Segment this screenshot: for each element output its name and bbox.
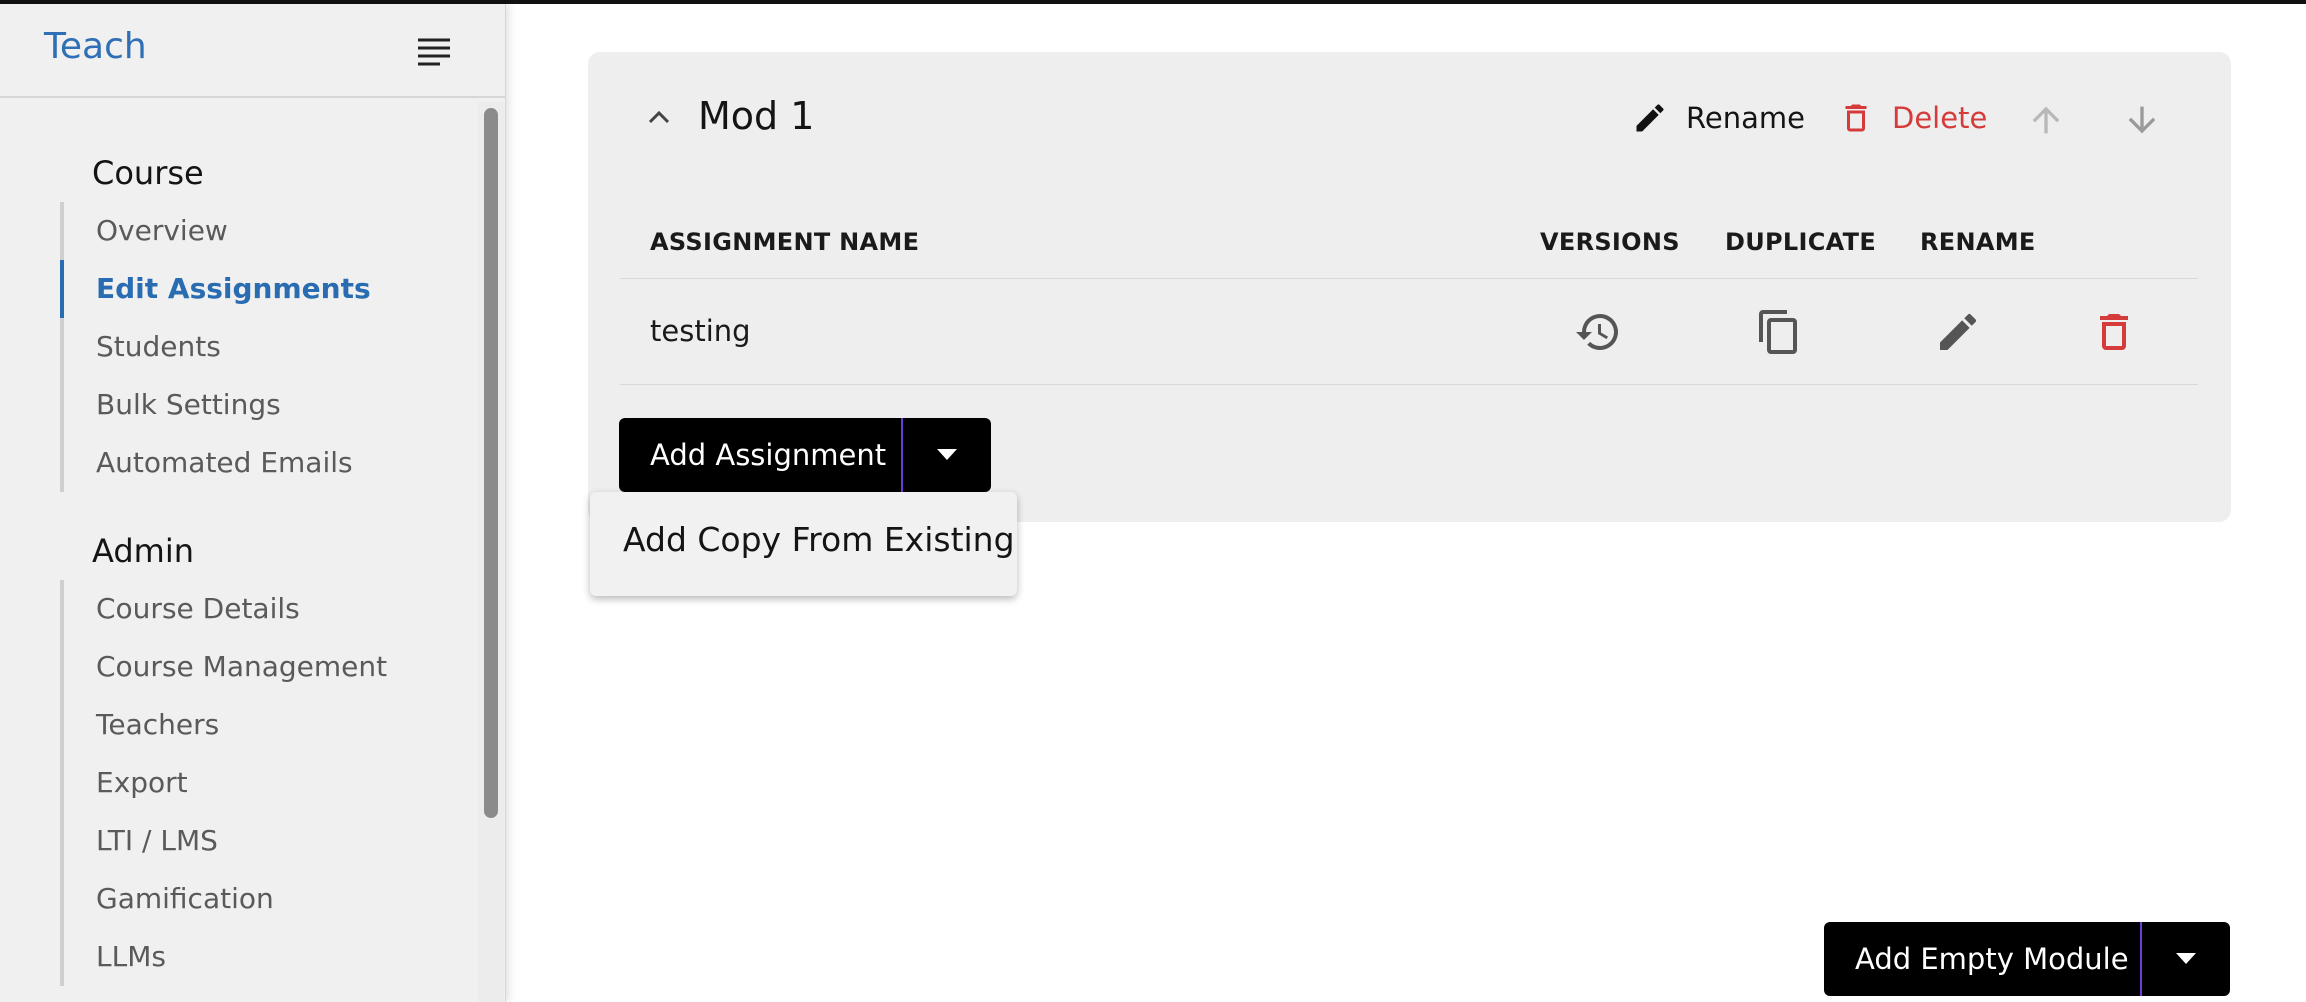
add-assignment-split-button: Add Assignment [619, 418, 991, 492]
column-header-assignment-name: ASSIGNMENT NAME [650, 228, 920, 256]
caret-down-icon [937, 449, 957, 460]
menu-icon[interactable] [414, 34, 454, 70]
table-divider [620, 278, 2198, 279]
nav-group-course: Overview Edit Assignments Students Bulk … [60, 202, 460, 492]
sidebar-item-bulk-settings[interactable]: Bulk Settings [64, 376, 460, 434]
trash-icon [1845, 104, 1867, 132]
table-divider [620, 384, 2198, 385]
column-header-rename: RENAME [1920, 228, 2036, 256]
module-card: Mod 1 Rename Delete ASSIGNMENT NAME VERS… [588, 52, 2231, 522]
sidebar-item-lti-lms[interactable]: LTI / LMS [64, 812, 460, 870]
sidebar-item-students[interactable]: Students [64, 318, 460, 376]
sidebar-item-course-management[interactable]: Course Management [64, 638, 460, 696]
nav-group-admin: Course Details Course Management Teacher… [60, 580, 460, 986]
module-title: Mod 1 [698, 94, 815, 138]
sidebar-item-overview[interactable]: Overview [64, 202, 460, 260]
section-title-course: Course [92, 154, 204, 192]
pencil-icon[interactable] [1934, 308, 1982, 356]
arrow-down-icon[interactable] [2122, 100, 2162, 140]
rename-module-button[interactable]: Rename [1632, 96, 1805, 140]
add-assignment-dropdown-toggle[interactable] [903, 418, 991, 492]
arrow-up-icon[interactable] [2026, 100, 2066, 140]
pencil-icon [1636, 104, 1664, 132]
chevron-up-icon[interactable] [644, 102, 674, 132]
sidebar: Teach Course Overview Edit Assignments S… [0, 4, 506, 1002]
add-module-dropdown-toggle[interactable] [2142, 922, 2230, 996]
sidebar-scrollbar[interactable] [484, 108, 498, 818]
sidebar-item-course-details[interactable]: Course Details [64, 580, 460, 638]
sidebar-item-teachers[interactable]: Teachers [64, 696, 460, 754]
rename-module-label: Rename [1686, 101, 1805, 135]
copy-icon[interactable] [1755, 308, 1803, 356]
add-empty-module-button[interactable]: Add Empty Module [1824, 922, 2140, 996]
sidebar-header: Teach [0, 4, 506, 98]
add-assignment-button[interactable]: Add Assignment [619, 418, 901, 492]
assignment-name[interactable]: testing [650, 314, 751, 348]
sidebar-item-automated-emails[interactable]: Automated Emails [64, 434, 460, 492]
history-icon[interactable] [1574, 308, 1622, 356]
sidebar-item-edit-assignments[interactable]: Edit Assignments [60, 260, 460, 318]
menu-item-add-copy-from-existing[interactable]: Add Copy From Existing [623, 520, 1015, 559]
add-empty-module-split-button: Add Empty Module [1824, 922, 2230, 996]
sidebar-item-export[interactable]: Export [64, 754, 460, 812]
sidebar-item-llms[interactable]: LLMs [64, 928, 460, 986]
column-header-duplicate: DUPLICATE [1725, 228, 1877, 256]
caret-down-icon [2176, 953, 2196, 964]
column-header-versions: VERSIONS [1540, 228, 1680, 256]
add-assignment-dropdown-menu: Add Copy From Existing [590, 492, 1017, 596]
delete-module-label: Delete [1892, 101, 1988, 135]
section-title-admin: Admin [92, 532, 194, 570]
trash-icon[interactable] [2090, 308, 2138, 356]
sidebar-item-gamification[interactable]: Gamification [64, 870, 460, 928]
brand-title[interactable]: Teach [44, 26, 147, 67]
delete-module-button[interactable]: Delete [1838, 96, 1987, 140]
